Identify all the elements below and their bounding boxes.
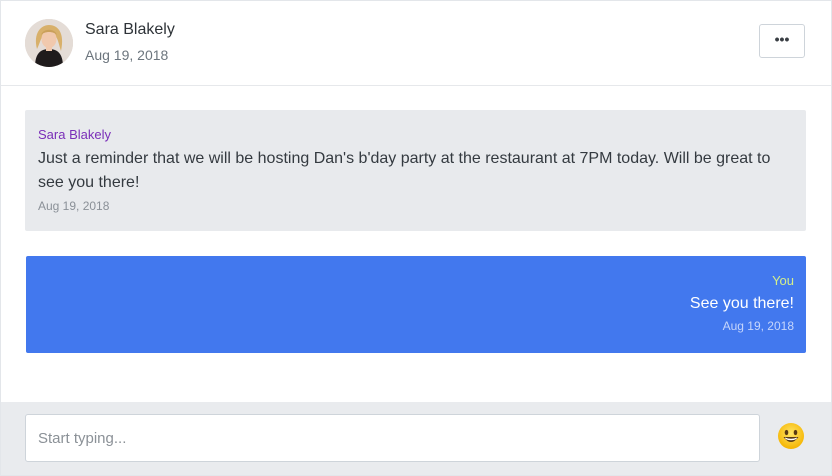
message-input[interactable] — [25, 414, 760, 462]
more-icon: ••• — [774, 30, 790, 47]
smiley-emoji-icon[interactable] — [777, 422, 805, 450]
message-outgoing: You See you there! Aug 19, 2018 — [26, 256, 806, 353]
more-options-button[interactable]: ••• — [759, 24, 805, 58]
message-sender: You — [772, 273, 794, 288]
contact-date: Aug 19, 2018 — [85, 47, 169, 63]
message-sender: Sara Blakely — [38, 127, 111, 142]
message-incoming: Sara Blakely Just a reminder that we wil… — [25, 110, 806, 231]
chat-panel: Sara Blakely Aug 19, 2018 ••• Sara Blake… — [0, 0, 832, 476]
message-time: Aug 19, 2018 — [722, 319, 794, 333]
message-time: Aug 19, 2018 — [38, 199, 110, 213]
message-composer — [1, 402, 831, 475]
contact-name: Sara Blakely — [85, 21, 175, 38]
message-text: See you there! — [689, 295, 794, 312]
message-text: Just a reminder that we will be hosting … — [38, 150, 771, 191]
avatar[interactable] — [25, 19, 73, 67]
chat-header: Sara Blakely Aug 19, 2018 ••• — [1, 1, 831, 86]
